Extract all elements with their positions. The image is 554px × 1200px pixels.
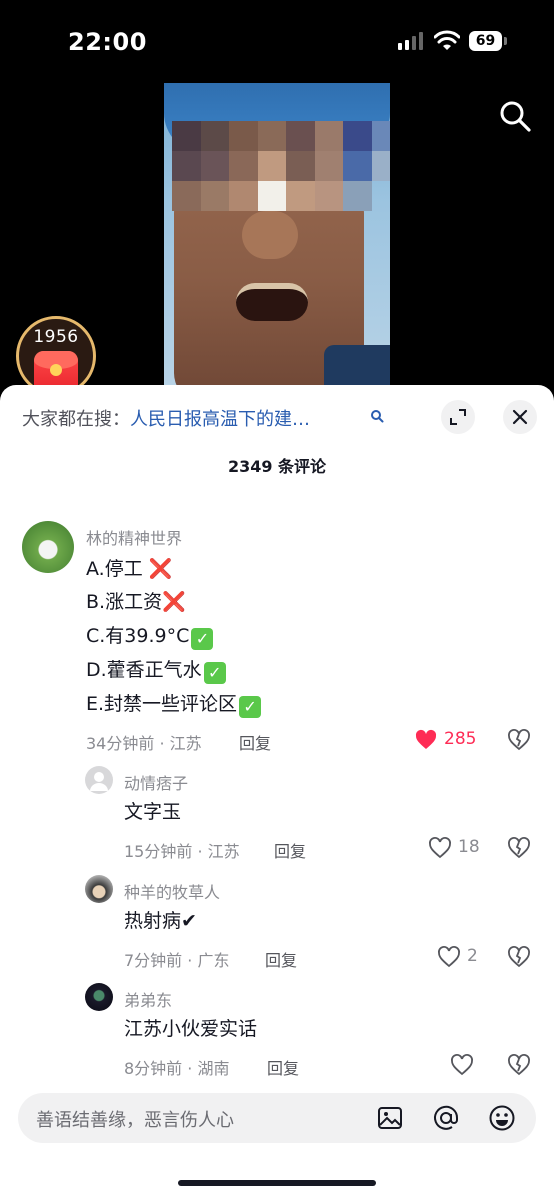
like-button[interactable] xyxy=(450,1053,476,1077)
mosaic-blur xyxy=(172,121,390,211)
expand-icon xyxy=(450,409,466,425)
heart-icon xyxy=(438,946,460,968)
like-button[interactable]: 18 xyxy=(428,836,484,860)
avatar[interactable] xyxy=(22,521,74,573)
comment-line-text: E.封禁一些评论区 xyxy=(86,693,238,715)
reply-button[interactable]: 回复 xyxy=(239,730,271,754)
check-mark-icon: ✓ xyxy=(239,696,262,718)
video-player[interactable] xyxy=(164,83,390,385)
comment-line-text: C.有39.9°C xyxy=(86,625,190,647)
reply-text: 文字玉 xyxy=(124,801,182,823)
default-avatar-icon xyxy=(90,772,108,791)
status-time: 22:00 xyxy=(68,28,147,56)
comment-line: A.停工 ❌ xyxy=(86,556,172,582)
comment-line: C.有39.9°C ✓ xyxy=(86,623,214,650)
battery-indicator: 69 xyxy=(469,31,507,51)
reply-button[interactable]: 回复 xyxy=(265,947,297,971)
comment-line: B.涨工资❌ xyxy=(86,589,186,615)
reply-button[interactable]: 回复 xyxy=(274,838,306,862)
wifi-icon xyxy=(434,30,460,50)
image-icon[interactable] xyxy=(376,1104,404,1132)
like-count: 18 xyxy=(458,837,480,857)
avatar[interactable] xyxy=(85,766,113,794)
red-packet-badge[interactable]: 1956 xyxy=(16,316,96,396)
like-button[interactable]: 2 xyxy=(437,945,485,969)
reply-username[interactable]: 动情痞子 xyxy=(124,770,188,794)
reply-meta: 15分钟前 · 江苏 xyxy=(124,842,240,861)
reply-meta: 7分钟前 · 广东 xyxy=(124,951,230,970)
broken-heart-icon[interactable] xyxy=(507,1053,531,1077)
reply-text: 江苏小伙爱实话 xyxy=(124,1018,258,1040)
avatar[interactable] xyxy=(85,983,113,1011)
reply-username[interactable]: 弟弟东 xyxy=(124,987,172,1011)
broken-heart-icon[interactable] xyxy=(507,728,531,752)
comment-count: 2349 条评论 xyxy=(227,457,327,476)
heart-icon xyxy=(451,1054,473,1076)
comment-meta: 34分钟前 · 江苏 xyxy=(86,734,202,753)
expand-button[interactable] xyxy=(441,400,475,434)
comment-line-text: B.涨工资 xyxy=(86,591,163,613)
like-count: 2 xyxy=(467,946,478,966)
close-button[interactable] xyxy=(503,400,537,434)
emoji-icon[interactable] xyxy=(488,1104,516,1132)
home-indicator[interactable] xyxy=(178,1180,376,1186)
reply-button[interactable]: 回复 xyxy=(267,1055,299,1079)
comment-panel: 大家都在搜：人民日报高温下的建… 2349 条评论 林的精神世界 A.停工 ❌ … xyxy=(0,385,554,1200)
comment-input[interactable]: 善语结善缘，恶言伤人心 xyxy=(18,1093,536,1143)
comment-line: E.封禁一些评论区 ✓ xyxy=(86,691,262,718)
check-mark-icon: ✓ xyxy=(203,662,226,684)
video-shirt xyxy=(324,345,390,385)
at-icon[interactable] xyxy=(432,1104,460,1132)
cross-mark-icon: ❌ xyxy=(162,591,186,613)
broken-heart-icon[interactable] xyxy=(507,945,531,969)
cross-mark-icon: ❌ xyxy=(148,558,173,580)
reply-meta: 8分钟前 · 湖南 xyxy=(124,1059,230,1078)
close-icon xyxy=(512,409,528,425)
comment-input-placeholder: 善语结善缘，恶言伤人心 xyxy=(36,1110,234,1131)
battery-tip xyxy=(504,37,507,45)
trending-search[interactable]: 大家都在搜：人民日报高温下的建… xyxy=(22,405,310,431)
avatar[interactable] xyxy=(85,875,113,903)
comment-line-text: D.藿香正气水 xyxy=(86,659,202,681)
video-mouth xyxy=(236,283,308,321)
broken-heart-icon[interactable] xyxy=(507,836,531,860)
trending-query[interactable]: 人民日报高温下的建… xyxy=(130,409,310,430)
trending-prefix: 大家都在搜： xyxy=(22,409,130,430)
cellular-signal-icon xyxy=(398,32,423,50)
reply-username[interactable]: 种羊的牧草人 xyxy=(124,879,220,903)
check-mark-icon: ✓ xyxy=(191,628,214,650)
video-nose xyxy=(242,211,298,259)
battery-level: 69 xyxy=(469,31,502,51)
heart-icon xyxy=(429,837,451,859)
status-bar: 22:00 69 xyxy=(0,0,554,84)
comment-username[interactable]: 林的精神世界 xyxy=(86,525,182,549)
search-icon[interactable] xyxy=(370,409,384,423)
comment-line-text: A.停工 xyxy=(86,558,143,580)
search-icon[interactable] xyxy=(497,98,533,134)
heart-icon xyxy=(415,729,437,749)
like-button[interactable]: 285 xyxy=(414,728,484,752)
envelope-seal xyxy=(50,364,62,376)
like-count: 285 xyxy=(444,729,477,749)
badge-number: 1956 xyxy=(33,327,79,347)
reply-text: 热射病✔ xyxy=(124,910,197,932)
comment-line: D.藿香正气水 ✓ xyxy=(86,657,226,684)
